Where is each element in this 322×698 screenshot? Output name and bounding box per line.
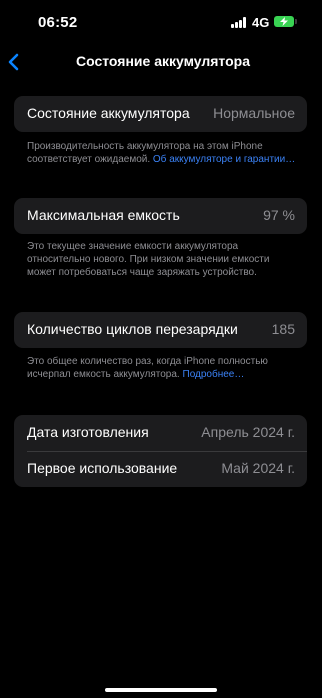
manufacture-date-label: Дата изготовления — [27, 424, 149, 440]
status-bar: 06:52 4G — [0, 0, 322, 44]
cellular-signal-icon — [231, 17, 247, 28]
battery-health-value: Нормальное — [213, 105, 295, 121]
page-title: Состояние аккумулятора — [75, 53, 250, 69]
manufacture-date-value: Апрель 2024 г. — [201, 424, 295, 440]
network-type: 4G — [252, 15, 270, 30]
max-capacity-row: Максимальная емкость 97 % — [14, 198, 307, 234]
cycle-count-row: Количество циклов перезарядки 185 — [14, 312, 307, 348]
battery-health-card: Состояние аккумулятора Нормальное — [14, 96, 307, 132]
max-capacity-card: Максимальная емкость 97 % — [14, 198, 307, 234]
cycle-count-note: Это общее количество раз, когда iPhone п… — [27, 355, 297, 381]
battery-health-label: Состояние аккумулятора — [27, 105, 190, 121]
status-time: 06:52 — [38, 14, 78, 31]
battery-tip-icon — [295, 19, 297, 24]
max-capacity-note: Это текущее значение емкости аккумулятор… — [27, 241, 270, 278]
battery-health-note: Производительность аккумулятора на этом … — [27, 140, 297, 166]
home-indicator[interactable] — [105, 688, 217, 692]
first-use-value: Май 2024 г. — [221, 460, 295, 476]
battery-warranty-link[interactable]: Об аккумуляторе и гарантии… — [153, 154, 295, 165]
cycle-count-card: Количество циклов перезарядки 185 — [14, 312, 307, 348]
manufacture-date-row: Дата изготовления Апрель 2024 г. — [14, 415, 307, 451]
max-capacity-label: Максимальная емкость — [27, 207, 180, 223]
navigation-bar: Состояние аккумулятора — [0, 48, 322, 78]
first-use-row: Первое использование Май 2024 г. — [14, 451, 307, 487]
dates-card: Дата изготовления Апрель 2024 г. Первое … — [14, 415, 307, 487]
max-capacity-value: 97 % — [263, 207, 295, 223]
cycle-count-label: Количество циклов перезарядки — [27, 321, 238, 337]
battery-charging-icon — [274, 16, 294, 27]
battery-health-row: Состояние аккумулятора Нормальное — [14, 96, 307, 132]
first-use-label: Первое использование — [27, 460, 178, 476]
cycle-count-value: 185 — [271, 321, 295, 337]
learn-more-link[interactable]: Подробнее… — [183, 369, 245, 380]
